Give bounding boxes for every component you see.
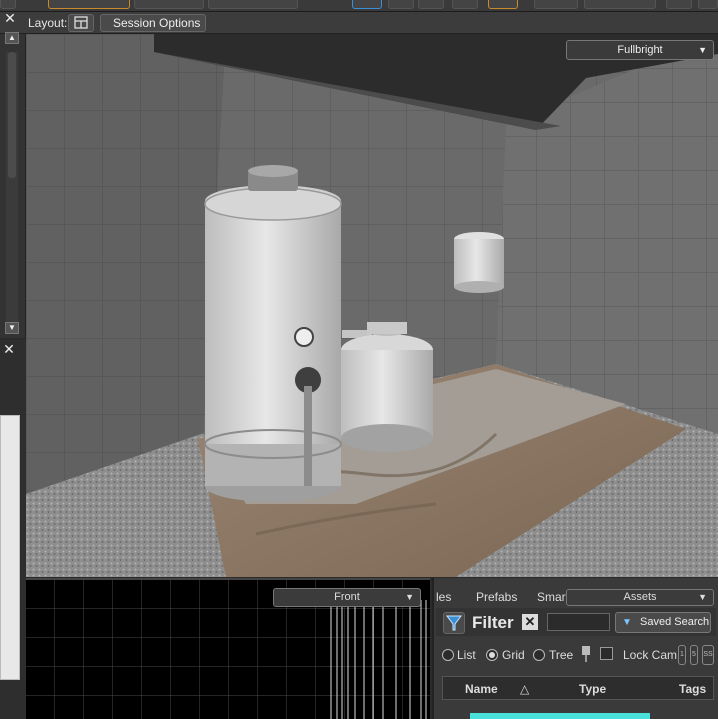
toolbar-button-3[interactable] bbox=[208, 0, 298, 9]
size-slider-ss[interactable]: SS bbox=[702, 645, 714, 665]
tab-entities[interactable]: les bbox=[436, 590, 451, 604]
toolbar-button-5[interactable] bbox=[388, 0, 414, 9]
session-options-button[interactable]: Session Options ▼ bbox=[100, 14, 206, 45]
column-name[interactable]: Name bbox=[465, 682, 498, 696]
radio-grid[interactable] bbox=[486, 649, 498, 661]
lock-cam-checkbox[interactable] bbox=[600, 647, 613, 660]
toolbar-button-10[interactable] bbox=[584, 0, 656, 9]
asset-preview-thumbnail bbox=[0, 415, 20, 680]
toolbar-button-7[interactable] bbox=[452, 0, 478, 9]
render-mode-label: Fullbright bbox=[617, 44, 663, 56]
session-options-label: Session Options bbox=[113, 16, 201, 30]
layout-grid-icon bbox=[74, 16, 88, 29]
scroll-down-button[interactable]: ▼ bbox=[5, 322, 19, 334]
pin-shape bbox=[582, 646, 590, 662]
toolbar-button-12[interactable] bbox=[698, 0, 718, 9]
scroll-up-button[interactable]: ▲ bbox=[5, 32, 19, 44]
view-mode-label: Front bbox=[334, 591, 360, 603]
chevron-down-icon: ▼ bbox=[698, 592, 707, 602]
filter-input[interactable] bbox=[547, 613, 610, 631]
view-mode-grid-label: Grid bbox=[502, 648, 525, 662]
toolbar-globe-button[interactable] bbox=[352, 0, 382, 9]
toolbar-button-9[interactable] bbox=[534, 0, 578, 9]
tab-smart[interactable]: Smart bbox=[537, 590, 569, 604]
toolbar-button-11[interactable] bbox=[666, 0, 692, 9]
size-slider-5[interactable]: 5 bbox=[690, 645, 698, 665]
toolbar-mode-button[interactable] bbox=[48, 0, 130, 9]
toolbar-close-button[interactable] bbox=[0, 0, 16, 9]
toolbar-button-2[interactable] bbox=[134, 0, 204, 9]
scene-render bbox=[26, 34, 718, 577]
toolbar-button-6[interactable] bbox=[418, 0, 444, 9]
perspective-viewport[interactable]: Fullbright ▼ bbox=[26, 34, 718, 577]
toolbar-button-8[interactable] bbox=[488, 0, 518, 9]
asset-type-dropdown[interactable]: Assets ▼ bbox=[566, 589, 714, 606]
radio-list[interactable] bbox=[442, 649, 454, 661]
column-tags[interactable]: Tags bbox=[679, 682, 706, 696]
chevron-down-icon: ▼ bbox=[698, 45, 707, 55]
filter-label: Filter bbox=[472, 613, 514, 632]
column-type[interactable]: Type bbox=[579, 682, 606, 696]
saved-search-label: Saved Search bbox=[640, 616, 710, 628]
sort-ascending-icon[interactable]: △ bbox=[520, 682, 529, 696]
triangle-down-icon: ▼ bbox=[622, 617, 632, 628]
view-mode-dropdown[interactable]: Front ▼ bbox=[273, 588, 421, 607]
lock-cam-label: Lock Cam bbox=[623, 648, 678, 662]
asset-list-item[interactable] bbox=[470, 713, 650, 719]
funnel-icon bbox=[446, 615, 462, 631]
close-icon[interactable]: ✕ bbox=[1, 9, 19, 27]
view-mode-list-label: List bbox=[457, 648, 476, 662]
scrollbar-thumb[interactable] bbox=[8, 52, 16, 178]
filter-toggle-button[interactable] bbox=[443, 612, 465, 634]
tab-prefabs[interactable]: Prefabs bbox=[476, 590, 517, 604]
top-toolbar bbox=[0, 0, 718, 12]
radio-tree[interactable] bbox=[533, 649, 545, 661]
size-slider-1[interactable]: 1 bbox=[678, 645, 686, 665]
close-icon[interactable]: ✕ bbox=[0, 340, 18, 358]
view-mode-tree-label: Tree bbox=[549, 648, 574, 662]
layout-label: Layout: bbox=[28, 16, 68, 30]
saved-search-button[interactable]: ▼ Saved Search bbox=[615, 612, 711, 633]
asset-type-label: Assets bbox=[623, 591, 657, 603]
clear-filter-button[interactable]: ✕ bbox=[522, 614, 538, 630]
layout-grid-button[interactable] bbox=[68, 14, 94, 32]
chevron-down-icon: ▼ bbox=[405, 592, 414, 602]
render-mode-dropdown[interactable]: Fullbright ▼ bbox=[566, 40, 714, 60]
pin-icon[interactable] bbox=[580, 645, 592, 666]
